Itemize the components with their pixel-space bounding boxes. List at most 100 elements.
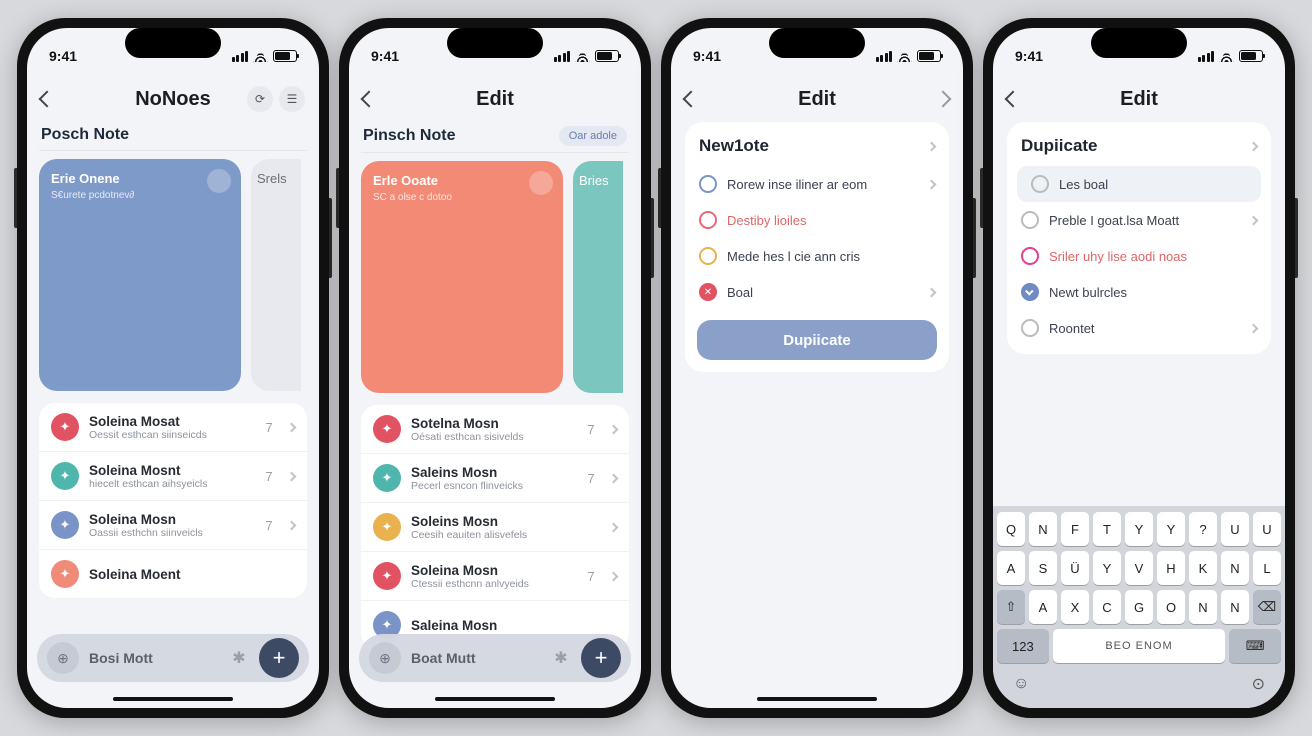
- option-item[interactable]: Newt bulrcles: [1007, 274, 1271, 310]
- note-icon: ✦: [373, 562, 401, 590]
- chevron-right-icon: [609, 473, 619, 483]
- filter-button[interactable]: ⊕: [47, 642, 79, 674]
- key[interactable]: X: [1061, 590, 1089, 624]
- return-key[interactable]: ⌨: [1229, 629, 1281, 663]
- add-button[interactable]: +: [581, 638, 621, 678]
- key[interactable]: A: [1029, 590, 1057, 624]
- panel-header[interactable]: New1ote: [685, 130, 949, 166]
- list-item[interactable]: ✦Soleina MosnCtessii esthcnn anlvyeids7: [361, 552, 629, 601]
- list-item[interactable]: ✦Sotelna MosnOésati esthcan sisivelds7: [361, 405, 629, 454]
- chevron-right-icon: [927, 141, 937, 151]
- forward-icon[interactable]: [935, 91, 952, 108]
- peek-label: Bries: [579, 173, 609, 188]
- key[interactable]: U: [1221, 512, 1249, 546]
- key[interactable]: C: [1093, 590, 1121, 624]
- home-indicator[interactable]: [113, 697, 233, 701]
- list-item[interactable]: ✦Soleina Mosnthiecelt esthcan aihsyeicls…: [39, 452, 307, 501]
- key[interactable]: N: [1189, 590, 1217, 624]
- key[interactable]: N: [1221, 590, 1249, 624]
- keyboard[interactable]: QNFTYY?UU ASÜYVHKNL ⇧ AXCGONN ⌫ 123 BEO …: [993, 506, 1285, 708]
- option-item[interactable]: Les boal: [1017, 166, 1261, 202]
- radio-icon[interactable]: [699, 283, 717, 301]
- backspace-key[interactable]: ⌫: [1253, 590, 1281, 624]
- radio-icon[interactable]: [699, 247, 717, 265]
- back-icon[interactable]: [361, 91, 378, 108]
- radio-icon[interactable]: [1021, 283, 1039, 301]
- chevron-right-icon: [287, 471, 297, 481]
- key[interactable]: ?: [1189, 512, 1217, 546]
- key[interactable]: O: [1157, 590, 1185, 624]
- list-item[interactable]: ✦Soleina MosnOassii esthchn siinveicls7: [39, 501, 307, 550]
- peek-card[interactable]: Srels: [251, 159, 301, 391]
- chip-button[interactable]: Oar adole: [559, 126, 627, 146]
- featured-note-card[interactable]: Erie Onene S€urete pcdotnev∂: [39, 159, 241, 391]
- option-item[interactable]: Destiby lioiles: [685, 202, 949, 238]
- card-subtitle: S€urete pcdotnev∂: [51, 190, 229, 201]
- add-button[interactable]: +: [259, 638, 299, 678]
- option-item[interactable]: Rorew inse iliner ar eom: [685, 166, 949, 202]
- key[interactable]: S: [1029, 551, 1057, 585]
- key[interactable]: Ü: [1061, 551, 1089, 585]
- key[interactable]: V: [1125, 551, 1153, 585]
- radio-icon[interactable]: [1021, 247, 1039, 265]
- profile-button[interactable]: ☰: [279, 86, 305, 112]
- key[interactable]: U: [1253, 512, 1281, 546]
- more-icon[interactable]: ✱: [551, 648, 571, 668]
- shift-key[interactable]: ⇧: [997, 590, 1025, 624]
- option-label: Mede hes l cie ann cris: [727, 249, 935, 264]
- key[interactable]: L: [1253, 551, 1281, 585]
- list-item[interactable]: ✦Soleina Moent: [39, 550, 307, 598]
- key[interactable]: K: [1189, 551, 1217, 585]
- back-icon[interactable]: [683, 91, 700, 108]
- key[interactable]: F: [1061, 512, 1089, 546]
- row-title: Soleina Mosn: [411, 563, 572, 578]
- key[interactable]: A: [997, 551, 1025, 585]
- peek-label: Srels: [257, 171, 287, 186]
- duplicate-button[interactable]: Dupiicate: [697, 320, 937, 360]
- dynamic-island: [125, 28, 221, 58]
- key[interactable]: N: [1029, 512, 1057, 546]
- home-indicator[interactable]: [435, 697, 555, 701]
- space-key[interactable]: BEO ENOM: [1053, 629, 1226, 663]
- home-indicator[interactable]: [757, 697, 877, 701]
- list-item[interactable]: ✦Saleins MosnPecerl esncon flinveicks7: [361, 454, 629, 503]
- option-item[interactable]: Roontet: [1007, 310, 1271, 346]
- featured-note-card[interactable]: Erle Ooate SC a olse c dotoo: [361, 161, 563, 393]
- note-icon: ✦: [373, 513, 401, 541]
- radio-icon[interactable]: [1031, 175, 1049, 193]
- option-item[interactable]: Sriler uhy lise aodi noas: [1007, 238, 1271, 274]
- radio-icon[interactable]: [1021, 319, 1039, 337]
- panel-header[interactable]: Dupiicate: [1007, 130, 1271, 166]
- list-item[interactable]: ✦Soleins MosnCeesih eauiten alisvefels: [361, 503, 629, 552]
- row-count: 7: [260, 469, 278, 484]
- more-icon[interactable]: ✱: [229, 648, 249, 668]
- list-item[interactable]: ✦Soleina MosatOessit esthcan siinseicds7: [39, 403, 307, 452]
- option-item[interactable]: Mede hes l cie ann cris: [685, 238, 949, 274]
- emoji-key[interactable]: ☺: [1013, 675, 1029, 693]
- option-label: Les boal: [1059, 177, 1247, 192]
- back-icon[interactable]: [1005, 91, 1022, 108]
- back-icon[interactable]: [39, 91, 56, 108]
- key[interactable]: T: [1093, 512, 1121, 546]
- notes-list: ✦Sotelna MosnOésati esthcan sisivelds7 ✦…: [361, 405, 629, 649]
- option-item[interactable]: Preble I goat.lsa Moatt: [1007, 202, 1271, 238]
- filter-button[interactable]: ⊕: [369, 642, 401, 674]
- key[interactable]: Y: [1093, 551, 1121, 585]
- radio-icon[interactable]: [699, 175, 717, 193]
- dynamic-island: [447, 28, 543, 58]
- key[interactable]: N: [1221, 551, 1249, 585]
- numbers-key[interactable]: 123: [997, 629, 1049, 663]
- key[interactable]: H: [1157, 551, 1185, 585]
- key[interactable]: Y: [1125, 512, 1153, 546]
- radio-icon[interactable]: [1021, 211, 1039, 229]
- chevron-right-icon: [1249, 323, 1259, 333]
- sync-button[interactable]: ⟳: [247, 86, 273, 112]
- key[interactable]: Y: [1157, 512, 1185, 546]
- radio-icon[interactable]: [699, 211, 717, 229]
- key[interactable]: Q: [997, 512, 1025, 546]
- option-label: Newt bulrcles: [1049, 285, 1257, 300]
- key[interactable]: G: [1125, 590, 1153, 624]
- option-item[interactable]: Boal: [685, 274, 949, 310]
- mic-key[interactable]: ⊙: [1252, 674, 1265, 694]
- peek-card[interactable]: Bries: [573, 161, 623, 393]
